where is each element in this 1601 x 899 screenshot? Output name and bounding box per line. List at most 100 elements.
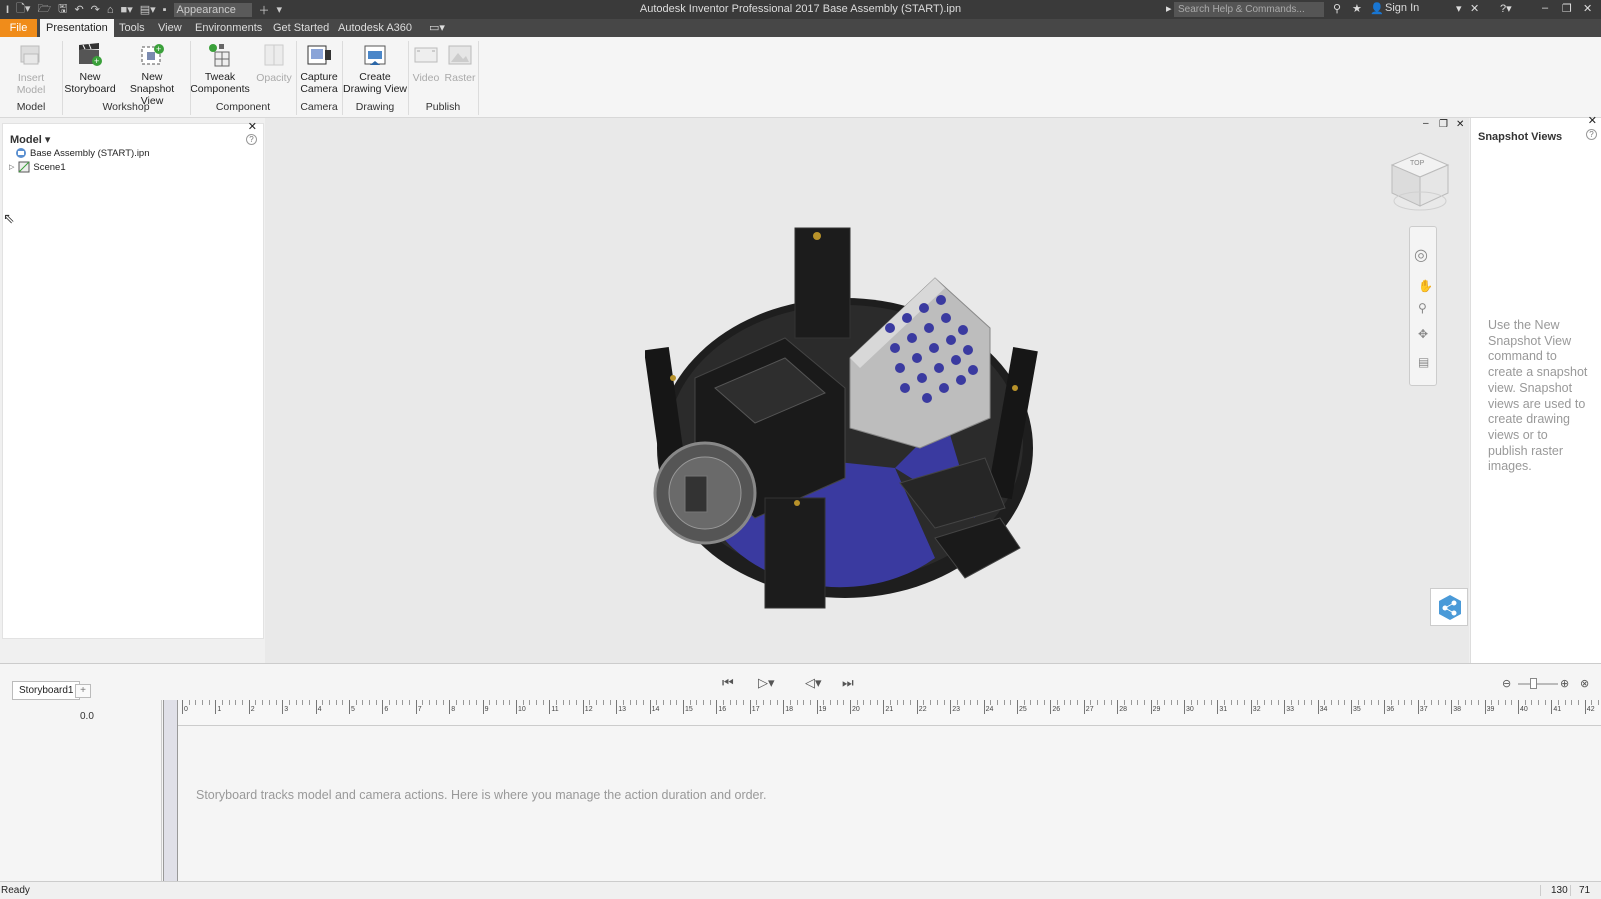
go-to-end-icon[interactable]: ⏭ (842, 675, 854, 691)
zoom-icon[interactable]: ⚲ (1418, 301, 1427, 315)
raster-button[interactable]: Raster (443, 42, 477, 84)
timeline-ruler[interactable]: 0 1 2 3 4 5 6 7 8 9 10 11 12 13 14 15 16 17 18 19 20 21 22 23 24… (178, 700, 1601, 726)
browser-dropdown-icon[interactable]: ▾ (45, 134, 51, 146)
tab-tools[interactable]: Tools (113, 19, 151, 37)
viewport-restore-icon[interactable]: ❐ (1439, 119, 1448, 130)
ruler-minor-tick (1270, 700, 1272, 705)
pan-icon[interactable]: ✋ (1418, 279, 1433, 293)
ruler-minor-tick (996, 700, 998, 705)
timeline-settings-icon[interactable]: ⊗ (1580, 677, 1589, 690)
zoom-slider-thumb[interactable] (1530, 678, 1537, 689)
viewport-minimize-icon[interactable]: – (1423, 118, 1429, 129)
update-icon[interactable]: ▤▾ (140, 3, 156, 16)
favorites-icon[interactable]: ★ (1352, 2, 1362, 15)
look-at-icon[interactable]: ▤ (1418, 355, 1429, 369)
zoom-slider[interactable] (1518, 683, 1558, 685)
quick-access-toolbar: I 🗋▾ 🗁 🖫 ↶ ↷ ⌂ ■▾ ▤▾ ▪ Appearance ＋ ▾ (0, 0, 282, 19)
assembly-model[interactable] (645, 218, 1045, 618)
inventor-logo-icon[interactable]: I (6, 4, 9, 16)
ruler-minor-tick (1063, 700, 1065, 705)
tab-file[interactable]: File (0, 19, 37, 37)
ruler-major-tick (382, 700, 384, 714)
ruler-minor-tick (923, 700, 925, 705)
reverse-play-icon[interactable]: ◁▾ (805, 675, 822, 691)
capture-camera-button[interactable]: Capture Camera (295, 42, 343, 95)
ruler-tick-label: 25 (1019, 706, 1027, 713)
share-view-button[interactable] (1430, 588, 1468, 626)
play-icon[interactable]: ▷▾ (758, 675, 775, 691)
snapshot-close-icon[interactable]: ✕ (1588, 114, 1597, 127)
open-file-icon[interactable]: 🗁 (37, 0, 51, 19)
snapshot-help-icon[interactable]: ? (1586, 129, 1597, 140)
ruler-major-tick (449, 700, 451, 714)
tab-view[interactable]: View (152, 19, 188, 37)
ruler-minor-tick (1037, 700, 1039, 705)
add-storyboard-icon[interactable]: + (75, 684, 91, 698)
undo-icon[interactable]: ↶ (74, 3, 83, 16)
ribbon-options-icon[interactable]: ▭▾ (423, 19, 451, 37)
browser-title[interactable]: Model ▾ (10, 133, 50, 146)
ruler-tick-label: 41 (1553, 706, 1562, 713)
appearance-dropdown[interactable]: Appearance (173, 2, 252, 17)
new-file-icon[interactable]: 🗋▾ (16, 0, 30, 19)
minimize-icon[interactable]: – (1542, 2, 1548, 14)
new-storyboard-button[interactable]: + New Storyboard (62, 42, 118, 95)
search-input[interactable]: Search Help & Commands... (1174, 2, 1324, 17)
tab-environments[interactable]: Environments (189, 19, 268, 37)
ruler-minor-tick (1237, 700, 1239, 705)
close-icon[interactable]: ✕ (1583, 2, 1592, 15)
binoculars-icon[interactable]: ⚲ (1333, 2, 1341, 15)
insert-model-button[interactable]: Insert Model (3, 42, 59, 96)
viewport-close-icon[interactable]: ✕ (1456, 119, 1464, 130)
ruler-minor-tick (769, 700, 771, 705)
camera-icon (306, 42, 332, 68)
browser-help-icon[interactable]: ? (246, 134, 257, 145)
user-icon[interactable]: 👤 (1370, 2, 1384, 15)
zoom-out-icon[interactable]: ⊖ (1502, 677, 1511, 690)
steering-wheel-icon[interactable]: ◎ (1414, 245, 1428, 265)
redo-icon[interactable]: ↷ (91, 3, 100, 16)
exchange-icon[interactable]: ✕ (1470, 2, 1479, 15)
ruler-major-tick (1351, 700, 1352, 714)
storyboard-tab[interactable]: Storyboard1 (12, 681, 81, 700)
tab-autodesk-a360[interactable]: Autodesk A360 (332, 19, 418, 37)
opacity-button[interactable]: Opacity (252, 42, 296, 84)
expand-arrow-icon[interactable]: ▷ (9, 163, 14, 171)
customize-qat-icon[interactable]: ▾ (277, 3, 283, 16)
ruler-tick-label: 5 (351, 706, 355, 713)
video-button[interactable]: Video (409, 42, 443, 84)
material-icon[interactable]: ▪ (163, 4, 167, 16)
go-to-start-icon[interactable]: ⏮ (722, 675, 734, 691)
storyboard-hint: Storyboard tracks model and camera actio… (196, 788, 767, 802)
graphics-viewport[interactable]: – ❐ ✕ TOP ◎ ✋ ⚲ ✥ ▤ (265, 118, 1469, 663)
viewcube[interactable]: TOP (1390, 151, 1450, 216)
tab-get-started[interactable]: Get Started (267, 19, 335, 37)
sign-in-dropdown-icon[interactable]: ▾ (1456, 2, 1462, 15)
tree-item-scene1[interactable]: ▷ Scene1 (9, 161, 66, 173)
search-expand-icon[interactable]: ▸ (1166, 2, 1172, 15)
ruler-minor-tick (736, 700, 738, 705)
help-icon[interactable]: ?▾ (1500, 2, 1512, 15)
ruler-minor-tick (1377, 700, 1379, 705)
ruler-tick-label: 16 (718, 706, 727, 713)
sign-in-link[interactable]: Sign In (1385, 2, 1419, 14)
browser-close-icon[interactable]: ✕ (248, 120, 257, 133)
zoom-in-icon[interactable]: ⊕ (1560, 677, 1569, 690)
save-icon[interactable]: 🖫 (58, 0, 67, 19)
restore-icon[interactable]: ❐ (1562, 2, 1572, 15)
playhead[interactable] (163, 700, 178, 882)
adjust-icon[interactable]: ＋ (259, 2, 270, 18)
tree-item-root[interactable]: Base Assembly (START).ipn (15, 147, 150, 159)
tweak-components-button[interactable]: Tweak Components (190, 42, 250, 95)
home-icon[interactable]: ⌂ (107, 4, 114, 16)
create-drawing-view-button[interactable]: Create Drawing View (343, 42, 407, 95)
tab-presentation[interactable]: Presentation (40, 19, 114, 37)
select-icon[interactable]: ■▾ (121, 3, 133, 16)
ruler-major-tick (816, 700, 818, 714)
browser-title-text: Model (10, 134, 42, 146)
ruler-tick-label: 11 (551, 706, 559, 713)
ruler-minor-tick (255, 700, 257, 705)
orbit-icon[interactable]: ✥ (1418, 327, 1428, 341)
new-snapshot-view-button[interactable]: + New Snapshot View (118, 42, 186, 107)
ruler-minor-tick (455, 700, 457, 705)
